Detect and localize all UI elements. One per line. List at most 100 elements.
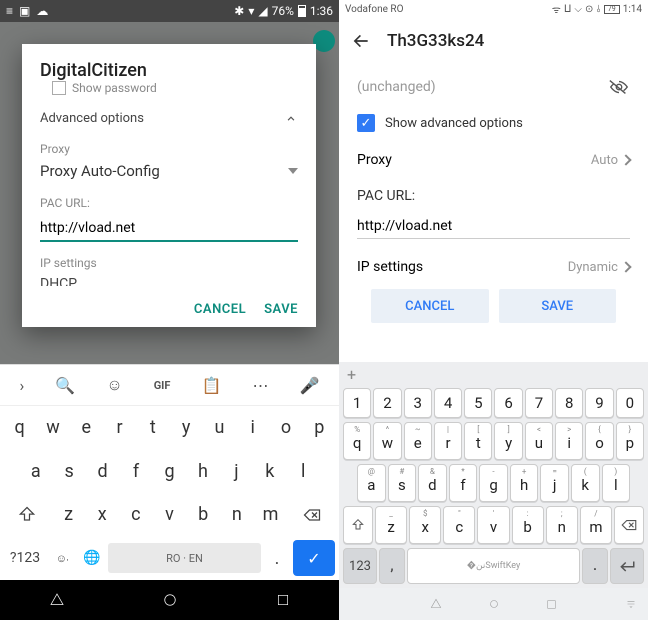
nav-bar-left[interactable] xyxy=(0,580,339,620)
key-6[interactable]: 6 xyxy=(494,388,522,418)
home-nav-icon[interactable] xyxy=(487,597,501,611)
key-f[interactable]: *f xyxy=(449,464,478,502)
show-advanced-checkbox[interactable]: ✓ Show advanced options xyxy=(357,114,630,132)
key-c[interactable]: c xyxy=(120,504,152,525)
key-2[interactable]: 2 xyxy=(373,388,401,418)
key-e[interactable]: ~e xyxy=(404,422,432,460)
clipboard-icon[interactable]: 📋 xyxy=(201,376,221,395)
key-l[interactable]: )l xyxy=(602,464,631,502)
recent-nav-icon[interactable] xyxy=(275,592,291,608)
period-key[interactable]: . xyxy=(263,540,291,576)
key-z[interactable]: z xyxy=(53,504,85,525)
home-nav-icon[interactable] xyxy=(161,591,179,609)
key-y[interactable]: ]y xyxy=(494,422,522,460)
key-w[interactable]: w xyxy=(37,410,68,446)
keyboard-hide-icon[interactable] xyxy=(624,597,638,611)
shift-key[interactable] xyxy=(4,497,51,533)
key-k[interactable]: (k xyxy=(571,464,600,502)
enter-key[interactable] xyxy=(610,548,644,584)
show-password-row[interactable]: Show password xyxy=(52,81,298,95)
key-3[interactable]: 3 xyxy=(404,388,432,418)
key-s[interactable]: #s xyxy=(388,464,417,502)
recent-nav-icon[interactable] xyxy=(545,598,558,611)
key-8[interactable]: 8 xyxy=(555,388,583,418)
visibility-off-icon[interactable] xyxy=(608,76,630,98)
proxy-dropdown[interactable]: Proxy Auto-Config xyxy=(40,162,298,180)
key-5[interactable]: 5 xyxy=(464,388,492,418)
backspace-key[interactable] xyxy=(614,506,644,544)
key-b[interactable]: b xyxy=(187,504,219,525)
key-v[interactable]: 'v xyxy=(477,506,509,544)
key-v[interactable]: v xyxy=(154,504,186,525)
key-e[interactable]: e xyxy=(71,410,102,446)
key-o[interactable]: o xyxy=(270,410,301,446)
key-t[interactable]: [t xyxy=(464,422,492,460)
cancel-button[interactable]: CANCEL xyxy=(194,302,246,317)
enter-key[interactable]: ✓ xyxy=(293,540,335,576)
key-a[interactable]: @a xyxy=(357,464,386,502)
key-u[interactable]: u xyxy=(204,410,235,446)
key-m[interactable]: m xyxy=(255,504,287,525)
gif-button[interactable]: GIF xyxy=(154,379,171,392)
key-d[interactable]: d xyxy=(87,453,118,489)
back-arrow-icon[interactable] xyxy=(351,31,371,51)
key-4[interactable]: 4 xyxy=(434,388,462,418)
key-r[interactable]: |r xyxy=(434,422,462,460)
key-n[interactable]: n xyxy=(221,504,253,525)
key-h[interactable]: h xyxy=(187,453,218,489)
key-w[interactable]: ^w xyxy=(373,422,401,460)
emoji-key[interactable]: ☺, xyxy=(48,540,76,576)
search-icon[interactable]: 🔍 xyxy=(55,376,75,395)
spacebar[interactable]: RO · EN xyxy=(108,543,261,573)
fab-button[interactable] xyxy=(313,30,335,52)
key-f[interactable]: f xyxy=(120,453,151,489)
ip-settings-row[interactable]: IP settings Dynamic xyxy=(357,259,630,275)
key-n[interactable]: ;n xyxy=(546,506,578,544)
more-icon[interactable]: ⋯ xyxy=(252,376,268,395)
language-key[interactable]: 🌐 xyxy=(78,540,106,576)
keyboard-expand[interactable]: + xyxy=(339,362,648,386)
advanced-options-toggle[interactable]: Advanced options xyxy=(40,111,298,126)
key-h[interactable]: +h xyxy=(510,464,539,502)
key-l[interactable]: l xyxy=(288,453,319,489)
key-a[interactable]: a xyxy=(20,453,51,489)
key-z[interactable]: _z xyxy=(375,506,407,544)
key-p[interactable]: p xyxy=(304,410,335,446)
key-t[interactable]: t xyxy=(137,410,168,446)
key-j[interactable]: =j xyxy=(540,464,569,502)
shift-key[interactable] xyxy=(343,506,373,544)
key-p[interactable]: }p xyxy=(616,422,644,460)
key-i[interactable]: i xyxy=(237,410,268,446)
key-j[interactable]: j xyxy=(221,453,252,489)
key-y[interactable]: y xyxy=(171,410,202,446)
sticker-icon[interactable]: ☺ xyxy=(106,375,122,395)
key-q[interactable]: q xyxy=(4,410,35,446)
key-x[interactable]: x xyxy=(86,504,118,525)
comma-key[interactable]: , xyxy=(379,548,405,584)
key-c[interactable]: "c xyxy=(443,506,475,544)
key-u[interactable]: <u xyxy=(525,422,553,460)
pac-url-input[interactable] xyxy=(357,214,630,239)
checkbox-unchecked-icon[interactable] xyxy=(52,81,66,95)
key-d[interactable]: &d xyxy=(418,464,447,502)
key-1[interactable]: 1 xyxy=(343,388,371,418)
key-s[interactable]: s xyxy=(53,453,84,489)
key-0[interactable]: 0 xyxy=(616,388,644,418)
key-7[interactable]: 7 xyxy=(525,388,553,418)
key-g[interactable]: g xyxy=(154,453,185,489)
key-r[interactable]: r xyxy=(104,410,135,446)
password-unchanged[interactable]: (unchanged) xyxy=(357,79,436,95)
mic-icon[interactable]: 🎤 xyxy=(299,376,319,395)
key-x[interactable]: $x xyxy=(409,506,441,544)
expand-icon[interactable]: › xyxy=(20,376,25,395)
backspace-key[interactable] xyxy=(288,497,335,533)
key-q[interactable]: %q xyxy=(343,422,371,460)
key-m[interactable]: /m xyxy=(580,506,612,544)
save-button[interactable]: SAVE xyxy=(499,289,617,323)
save-button[interactable]: SAVE xyxy=(264,302,298,317)
back-nav-icon[interactable] xyxy=(429,597,443,611)
key-i[interactable]: >i xyxy=(555,422,583,460)
key-o[interactable]: {o xyxy=(585,422,613,460)
proxy-row[interactable]: Proxy Auto xyxy=(357,152,630,168)
nav-bar-right[interactable] xyxy=(339,588,648,620)
